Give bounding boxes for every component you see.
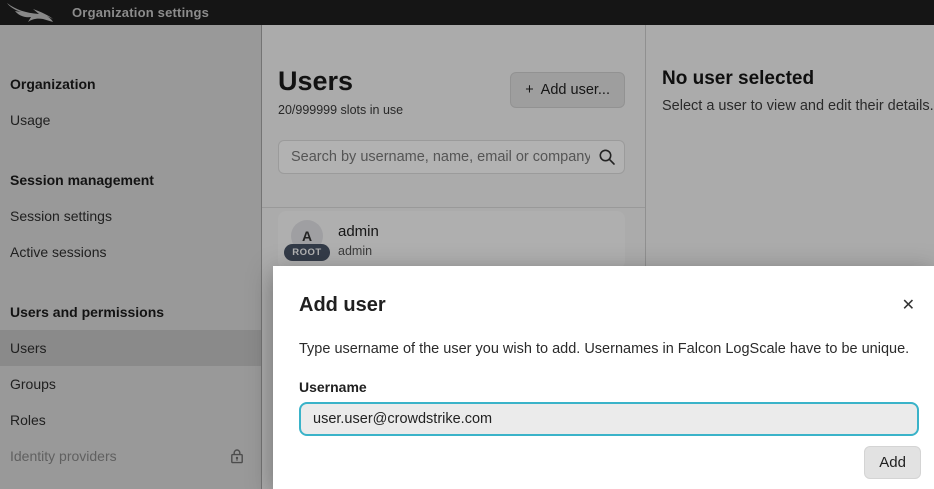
close-icon[interactable]: ✕ bbox=[896, 296, 921, 316]
modal-description: Type username of the user you wish to ad… bbox=[299, 341, 921, 357]
username-field-label: Username bbox=[299, 379, 921, 395]
add-user-modal: Add user ✕ Type username of the user you… bbox=[273, 266, 934, 489]
modal-title: Add user bbox=[299, 294, 386, 317]
add-submit-button[interactable]: Add bbox=[864, 446, 921, 479]
app-window: Organization settings Organization Usage… bbox=[0, 0, 934, 489]
username-input[interactable] bbox=[299, 402, 919, 436]
